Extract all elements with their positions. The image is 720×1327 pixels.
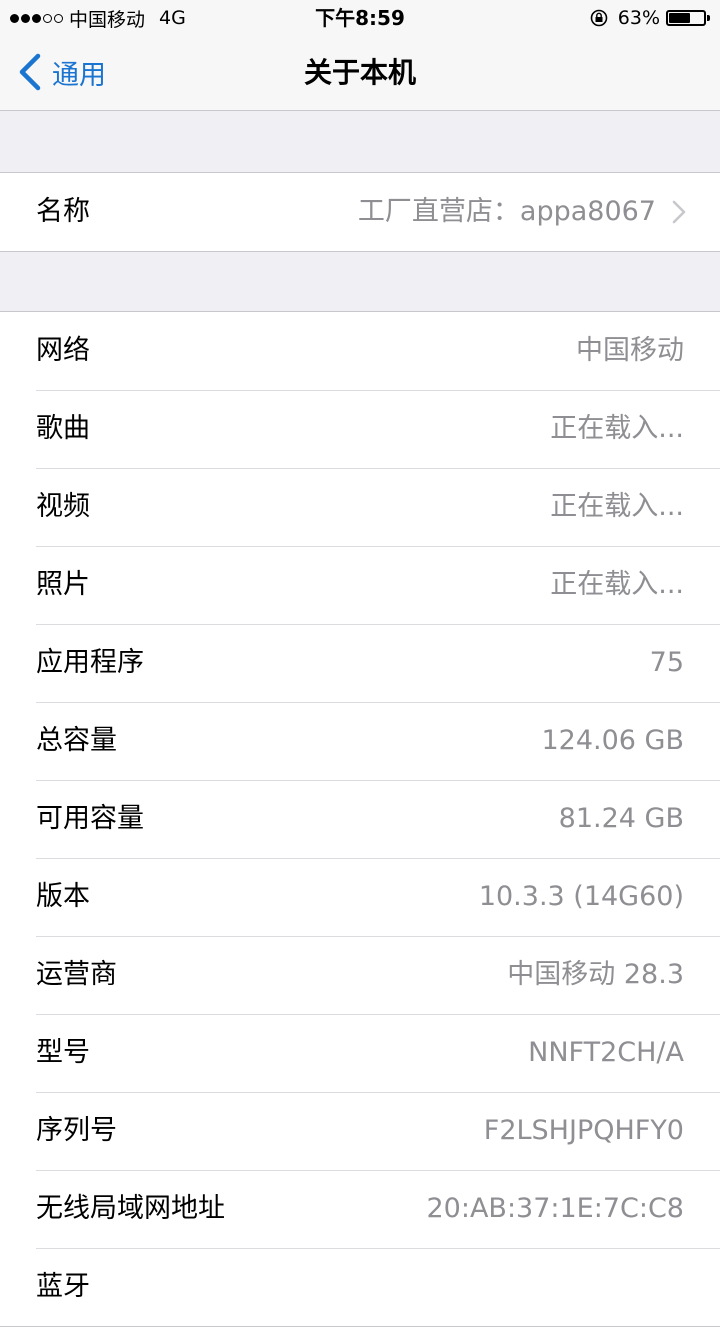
- settings-row-bluetooth[interactable]: 蓝牙: [0, 1248, 720, 1326]
- row-label: 名称: [36, 196, 90, 227]
- settings-row-videos: 视频 正在载入...: [0, 468, 720, 546]
- lock-rotation-icon: [590, 9, 608, 27]
- row-label: 蓝牙: [36, 1271, 90, 1302]
- battery-percent: 63%: [617, 7, 660, 29]
- row-value: 中国移动 28.3: [507, 959, 684, 990]
- settings-row-capacity: 总容量 124.06 GB: [0, 702, 720, 780]
- row-label: 无线局域网地址: [36, 1193, 225, 1224]
- row-label: 照片: [36, 569, 90, 600]
- row-label: 序列号: [36, 1115, 117, 1146]
- row-label: 视频: [36, 491, 90, 522]
- name-group: 名称 工厂直营店：appa8067: [0, 172, 720, 252]
- info-group: 网络 中国移动 歌曲 正在载入... 视频 正在载入... 照片 正在载入...…: [0, 311, 720, 1327]
- row-value: 正在载入...: [550, 569, 684, 600]
- settings-row-available: 可用容量 81.24 GB: [0, 780, 720, 858]
- row-value: NNFT2CH/A: [528, 1037, 684, 1068]
- row-label: 运营商: [36, 959, 117, 990]
- settings-row-name[interactable]: 名称 工厂直营店：appa8067: [0, 173, 720, 251]
- row-value: F2LSHJPQHFY0: [483, 1115, 684, 1146]
- status-bar: 中国移动 4G 下午8:59 63%: [0, 0, 720, 36]
- settings-row-applications: 应用程序 75: [0, 624, 720, 702]
- row-label: 型号: [36, 1037, 90, 1068]
- settings-row-model[interactable]: 型号 NNFT2CH/A: [0, 1014, 720, 1092]
- battery-cap: [707, 15, 710, 21]
- page-title: 关于本机: [303, 56, 416, 89]
- row-value: 124.06 GB: [541, 725, 684, 756]
- status-bar-right: 63%: [590, 5, 710, 31]
- settings-row-photos: 照片 正在载入...: [0, 546, 720, 624]
- settings-row-wifi-address[interactable]: 无线局域网地址 20:AB:37:1E:7C:C8: [0, 1170, 720, 1248]
- row-chevron-icon: [672, 200, 686, 224]
- row-value: 81.24 GB: [558, 803, 684, 834]
- row-value: 中国移动: [576, 335, 684, 366]
- row-value: 工厂直营店：appa8067: [357, 196, 656, 227]
- settings-row-carrier[interactable]: 运营商 中国移动 28.3: [0, 936, 720, 1014]
- navigation-bar: 通用 关于本机: [0, 36, 720, 111]
- battery-level-fill: [669, 13, 691, 23]
- settings-row-songs: 歌曲 正在载入...: [0, 390, 720, 468]
- row-value: 正在载入...: [550, 491, 684, 522]
- battery-icon: [666, 10, 710, 26]
- settings-row-serial[interactable]: 序列号 F2LSHJPQHFY0: [0, 1092, 720, 1170]
- row-label: 网络: [36, 335, 90, 366]
- row-value: 20:AB:37:1E:7C:C8: [426, 1193, 685, 1224]
- row-label: 可用容量: [36, 803, 144, 834]
- row-value: 正在载入...: [550, 413, 684, 444]
- row-label: 版本: [36, 881, 90, 912]
- settings-row-network: 网络 中国移动: [0, 312, 720, 390]
- row-label: 歌曲: [36, 413, 90, 444]
- settings-row-version: 版本 10.3.3 (14G60): [0, 858, 720, 936]
- row-value: 75: [649, 647, 684, 678]
- row-label: 应用程序: [36, 647, 144, 678]
- row-label: 总容量: [36, 725, 117, 756]
- row-value: 10.3.3 (14G60): [478, 881, 684, 912]
